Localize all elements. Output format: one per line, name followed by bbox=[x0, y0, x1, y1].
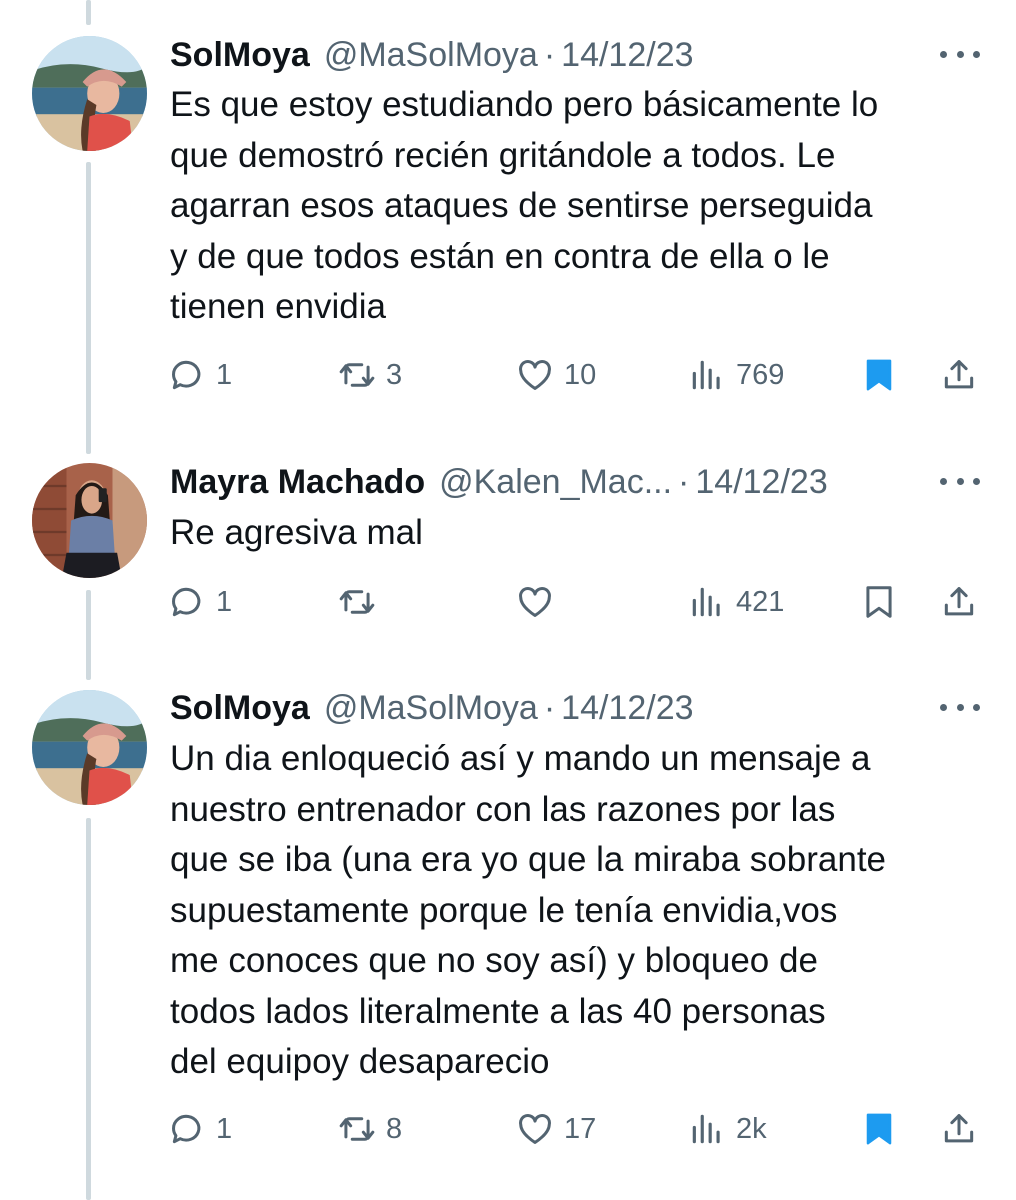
profile-photo bbox=[32, 463, 147, 578]
share-icon bbox=[944, 587, 974, 616]
text-line: supuestamente porque le tenía envidia,vo… bbox=[170, 890, 838, 930]
share-button[interactable] bbox=[940, 350, 978, 400]
separator-dot: · bbox=[543, 35, 556, 74]
reply-icon bbox=[172, 587, 201, 617]
share-button[interactable] bbox=[940, 1104, 978, 1154]
tweet-header: SolMoya @MaSolMoya · 14/12/23 bbox=[170, 30, 936, 80]
retweet-icon bbox=[339, 590, 375, 614]
tweet[interactable]: SolMoya @MaSolMoya · 14/12/23 Un dia enl… bbox=[0, 660, 1016, 1200]
views-count: 421 bbox=[736, 585, 785, 618]
text-line: Re agresiva mal bbox=[170, 513, 423, 552]
reply-count: 1 bbox=[216, 358, 233, 391]
views-icon bbox=[692, 360, 720, 390]
retweet-icon bbox=[339, 363, 375, 387]
more-icon[interactable] bbox=[940, 471, 980, 491]
text-line: tienen envidia bbox=[170, 287, 386, 326]
views-button[interactable]: 769 bbox=[688, 350, 784, 400]
like-button[interactable]: 10 bbox=[516, 350, 596, 400]
more-icon[interactable] bbox=[940, 44, 980, 64]
bookmark-icon bbox=[866, 586, 892, 618]
reply-count: 1 bbox=[216, 585, 233, 618]
text-line: que se iba (una era yo que la miraba sob… bbox=[170, 840, 887, 879]
reply-icon bbox=[172, 360, 201, 390]
user-handle[interactable]: @MaSolMoya bbox=[324, 689, 538, 728]
user-handle[interactable]: @MaSolMoya bbox=[324, 36, 538, 75]
tweet-date[interactable]: 14/12/23 bbox=[561, 36, 693, 75]
separator-dot: · bbox=[678, 462, 690, 501]
like-count: 10 bbox=[564, 358, 597, 391]
retweet-button[interactable]: 3 bbox=[338, 350, 402, 400]
reply-button[interactable]: 1 bbox=[168, 1104, 232, 1154]
tweet[interactable]: Mayra Machado @Kalen_Mac... · 14/12/23 R… bbox=[0, 440, 1016, 660]
display-name[interactable]: SolMoya bbox=[170, 36, 310, 75]
like-icon bbox=[519, 360, 551, 390]
like-button[interactable] bbox=[516, 577, 564, 627]
views-button[interactable]: 2k bbox=[688, 1104, 767, 1154]
text-line: Es que estoy estudiando pero básicamente… bbox=[170, 85, 879, 124]
views-count: 2k bbox=[736, 1112, 767, 1145]
retweet-button[interactable]: 8 bbox=[338, 1104, 402, 1154]
text-line: que demostró recién gritándole a todos. … bbox=[170, 135, 836, 175]
display-name[interactable]: SolMoya bbox=[170, 689, 310, 728]
text-line: y de que todos están en contra de ella o… bbox=[170, 236, 830, 276]
tweet-text: Es que estoy estudiando pero básicamente… bbox=[170, 80, 970, 333]
profile-photo bbox=[32, 36, 147, 151]
tweet-actions: 1 3 10 769 bbox=[168, 350, 988, 400]
retweet-icon bbox=[339, 1117, 375, 1141]
bookmark-button[interactable] bbox=[860, 577, 898, 627]
bookmark-button[interactable] bbox=[860, 1104, 898, 1154]
text-line: agarran esos ataques de sentirse persegu… bbox=[170, 186, 873, 225]
reply-button[interactable]: 1 bbox=[168, 350, 232, 400]
tweet[interactable]: SolMoya @MaSolMoya · 14/12/23 Es que est… bbox=[0, 0, 1016, 440]
text-line: me conoces que no soy así) y bloqueo de bbox=[170, 941, 818, 980]
avatar[interactable] bbox=[32, 690, 147, 805]
profile-photo bbox=[32, 690, 147, 805]
share-icon bbox=[944, 1114, 974, 1143]
tweet-header: SolMoya @MaSolMoya · 14/12/23 bbox=[170, 683, 936, 733]
bookmark-icon bbox=[866, 359, 892, 391]
reply-icon bbox=[172, 1114, 201, 1144]
tweet-header: Mayra Machado @Kalen_Mac... · 14/12/23 bbox=[170, 457, 936, 507]
share-icon bbox=[944, 360, 974, 389]
tweet-text: Un dia enloqueció así y mando un mensaje… bbox=[170, 734, 970, 1088]
reply-count: 1 bbox=[216, 1112, 233, 1145]
share-button[interactable] bbox=[940, 577, 978, 627]
views-count: 769 bbox=[736, 358, 785, 391]
bookmark-icon bbox=[866, 1113, 892, 1145]
like-icon bbox=[519, 587, 551, 617]
retweet-count: 8 bbox=[386, 1112, 403, 1145]
text-line: nuestro entrenador con las razones por l… bbox=[170, 789, 836, 829]
avatar[interactable] bbox=[32, 36, 147, 151]
views-icon bbox=[692, 1114, 720, 1144]
like-button[interactable]: 17 bbox=[516, 1104, 596, 1154]
tweet-date[interactable]: 14/12/23 bbox=[695, 463, 827, 502]
text-line: del equipoy desaparecio bbox=[170, 1042, 550, 1081]
separator-dot: · bbox=[543, 688, 556, 727]
display-name[interactable]: Mayra Machado bbox=[170, 463, 425, 502]
user-handle[interactable]: @Kalen_Mac... bbox=[439, 463, 672, 502]
text-line: todos lados literalmente a las 40 person… bbox=[170, 991, 826, 1031]
tweet-actions: 1 8 17 2k bbox=[168, 1104, 988, 1154]
bookmark-button[interactable] bbox=[860, 350, 898, 400]
avatar[interactable] bbox=[32, 463, 147, 578]
like-count: 17 bbox=[564, 1112, 597, 1145]
retweet-button[interactable] bbox=[338, 577, 386, 627]
views-button[interactable]: 421 bbox=[688, 577, 784, 627]
like-icon bbox=[519, 1114, 551, 1144]
retweet-count: 3 bbox=[386, 358, 403, 391]
more-icon[interactable] bbox=[940, 697, 980, 717]
views-icon bbox=[692, 587, 720, 617]
tweet-date[interactable]: 14/12/23 bbox=[561, 689, 693, 728]
tweet-actions: 1 421 bbox=[168, 577, 988, 627]
tweet-text: Re agresiva mal bbox=[170, 508, 970, 559]
text-line: Un dia enloqueció así y mando un mensaje… bbox=[170, 739, 871, 778]
reply-button[interactable]: 1 bbox=[168, 577, 232, 627]
